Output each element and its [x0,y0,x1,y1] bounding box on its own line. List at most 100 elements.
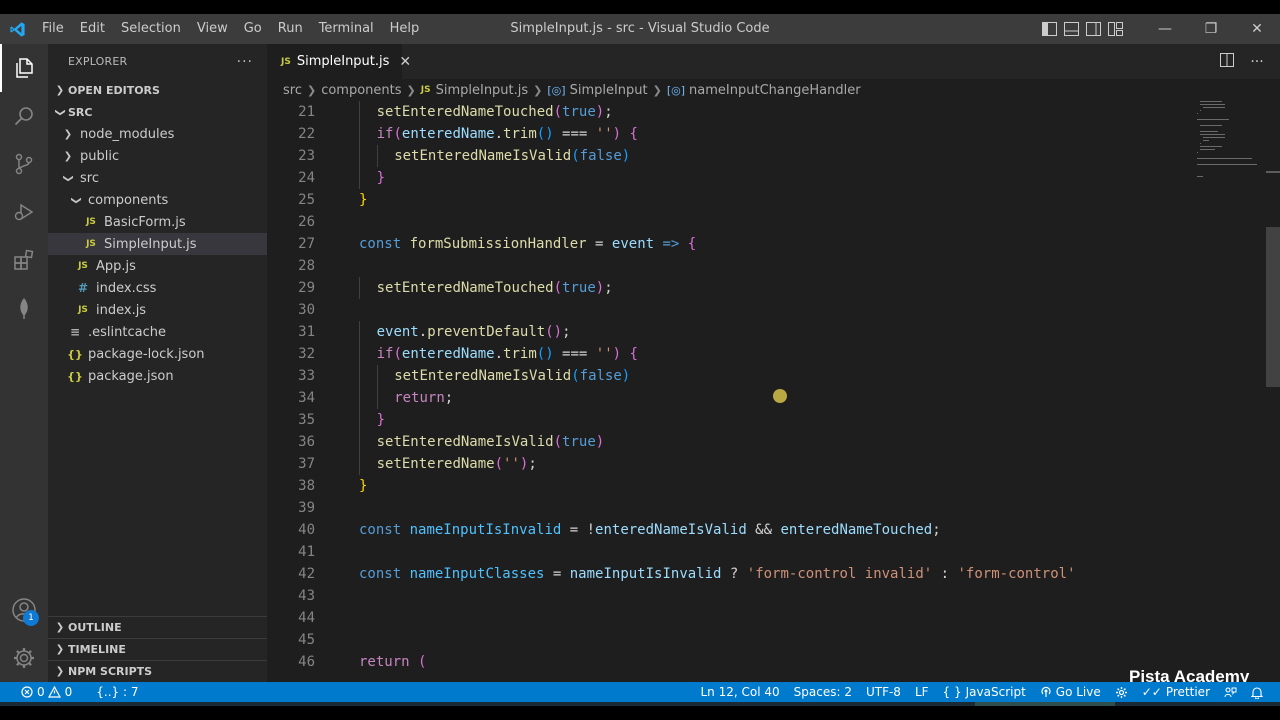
menu-item-terminal[interactable]: Terminal [311,14,382,44]
breadcrumb-file[interactable]: SimpleInput.js [436,83,529,98]
timeline-section[interactable]: ❯ TIMELINE [48,638,267,660]
end-of-line[interactable]: LF [908,685,936,699]
feedback-icon[interactable] [1217,686,1244,699]
close-window-button[interactable]: ✕ [1234,14,1280,44]
folder-item[interactable]: ❯ components [48,189,267,211]
minimap[interactable] [1197,101,1267,201]
source-control-icon[interactable] [0,140,48,188]
indent-guide [359,409,360,431]
file-item[interactable]: JS SimpleInput.js [48,233,267,255]
tree-item-label: .eslintcache [88,324,166,340]
code-token: ) [595,280,605,296]
settings-sync-icon[interactable] [1108,686,1135,699]
notifications-bell-icon[interactable] [1244,686,1270,699]
line-number: 39 [298,500,315,516]
code-editor[interactable]: 21 setEnteredNameTouched(true); 22 if(enter… [267,101,1280,682]
line-number: 32 [298,346,315,362]
more-actions-icon[interactable]: ··· [1242,54,1272,70]
problems-indicator[interactable]: 0 0 [14,685,79,699]
title-bar-controls: — ❐ ✕ [1038,14,1280,44]
menu-item-file[interactable]: File [34,14,72,44]
breadcrumb-component[interactable]: SimpleInput [570,83,648,98]
breadcrumb-handler[interactable]: nameInputChangeHandler [689,83,861,98]
mouse-cursor-highlight [773,389,787,403]
toggle-panel-icon[interactable] [1060,14,1082,44]
outline-section[interactable]: ❯ OUTLINE [48,616,267,638]
extensions-icon[interactable] [0,236,48,284]
indent-guide [359,167,360,189]
language-mode[interactable]: { } JavaScript [936,685,1033,699]
file-item[interactable]: {} package.json [48,365,267,387]
editor-scrollbar[interactable] [1266,101,1280,682]
account-icon[interactable]: 1 [0,586,48,634]
editor-tab-bar: JS SimpleInput.js ✕ ··· [267,44,1280,79]
open-editors-section[interactable]: ❯ OPEN EDITORS [48,79,267,101]
code-token: { [629,346,638,362]
mongodb-leaf-icon[interactable] [0,284,48,332]
search-icon[interactable] [0,92,48,140]
indent-guide [359,365,360,387]
menu-item-edit[interactable]: Edit [72,14,113,44]
symbol-variable-icon: [◎] [666,83,686,97]
minimap-line [1203,137,1226,138]
code-line: 40 const nameInputIsInvalid = !enteredNam… [267,519,1280,541]
run-debug-icon[interactable] [0,188,48,236]
file-item[interactable]: JS index.js [48,299,267,321]
prettier-button[interactable]: ✓✓ Prettier [1135,685,1217,699]
code-token: false [579,368,622,384]
restore-button[interactable]: ❐ [1188,14,1234,44]
tab-close-icon[interactable]: ✕ [399,54,411,70]
src-root-section[interactable]: ❯ SRC [48,101,267,123]
code-line: 38} [267,475,1280,497]
indent-guide [359,277,360,299]
toggle-sidebar-icon[interactable] [1038,14,1060,44]
toggle-secondary-sidebar-icon[interactable] [1082,14,1104,44]
file-item[interactable]: {} package-lock.json [48,343,267,365]
code-token: true [562,280,596,296]
indent-guide [359,387,360,409]
bottom-letterbox [0,702,1280,720]
file-item[interactable]: # index.css [48,277,267,299]
explorer-more-actions-button[interactable]: ··· [237,54,253,70]
folder-item[interactable]: ❯ public [48,145,267,167]
split-editor-icon[interactable] [1212,52,1242,71]
explorer-icon[interactable] [0,44,48,92]
code-token: 'form-control' [957,566,1076,582]
code-token: return [394,390,445,406]
line-number: 46 [298,654,315,670]
indent-guide [359,431,360,453]
menu-item-selection[interactable]: Selection [113,14,189,44]
minimize-button[interactable]: — [1142,14,1188,44]
menu-item-help[interactable]: Help [382,14,428,44]
code-line: 41 [267,541,1280,563]
tab-simpleinput[interactable]: JS SimpleInput.js ✕ [267,44,411,79]
go-live-button[interactable]: Go Live [1033,685,1108,699]
code-token: } [359,478,368,494]
config-file-icon: ≡ [69,325,81,339]
code-token: { [687,236,697,252]
line-number: 24 [298,170,315,186]
menu-item-run[interactable]: Run [270,14,311,44]
customize-layout-icon[interactable] [1104,14,1126,44]
scrollbar-thumb[interactable] [1266,227,1280,387]
encoding[interactable]: UTF-8 [859,685,908,699]
selection-indicator[interactable]: {..} : 7 [89,685,145,699]
menu-item-view[interactable]: View [189,14,236,44]
cursor-position[interactable]: Ln 12, Col 40 [693,685,786,699]
breadcrumb-src[interactable]: src [283,83,302,98]
indent-guide [359,145,360,167]
indentation[interactable]: Spaces: 2 [787,685,859,699]
file-item[interactable]: ≡ .eslintcache [48,321,267,343]
code-text: const nameInputClasses = nameInputIsInva… [359,563,1076,585]
indent-guide [376,365,378,387]
folder-item[interactable]: ❯ src [48,167,267,189]
breadcrumb-components[interactable]: components [321,83,401,98]
settings-gear-icon[interactable] [0,634,48,682]
status-left: 0 0 {..} : 7 [0,685,146,699]
file-item[interactable]: JS BasicForm.js [48,211,267,233]
folder-item[interactable]: ❯ node_modules [48,123,267,145]
npm-scripts-section[interactable]: ❯ NPM SCRIPTS [48,660,267,682]
menu-item-go[interactable]: Go [236,14,270,44]
file-item[interactable]: JS App.js [48,255,267,277]
code-text: const formSubmissionHandler = event => { [359,233,696,255]
